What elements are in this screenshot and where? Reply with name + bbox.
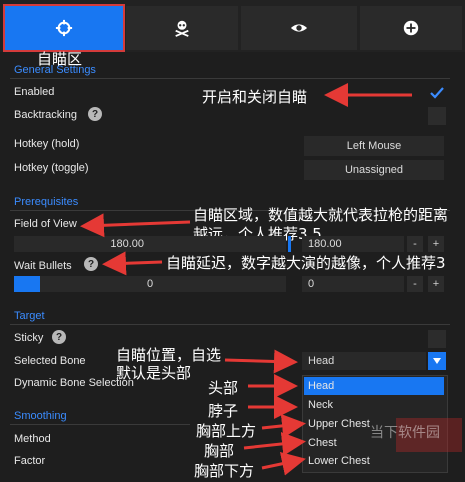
arrow-fov xyxy=(80,213,191,238)
arrow-wait-bullets xyxy=(102,251,163,276)
arrow-selected-bone xyxy=(224,349,298,374)
annotation-arrows xyxy=(80,83,412,476)
arrow-upper-chest xyxy=(261,413,306,438)
arrow-chest xyxy=(243,431,306,456)
arrow-lower-chest xyxy=(261,451,306,476)
